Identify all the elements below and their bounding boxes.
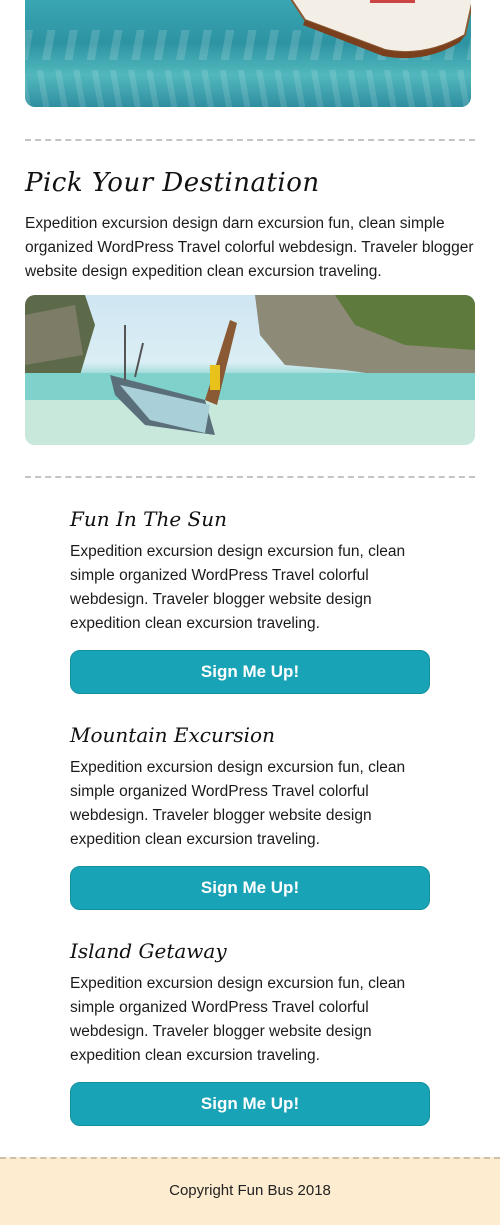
card-description: Expedition excursion design excursion fu… (70, 759, 406, 848)
destination-card: Mountain Excursion Expedition excursion … (70, 720, 430, 910)
sign-up-button[interactable]: Sign Me Up! (70, 650, 430, 694)
boat-illustration (290, 0, 471, 59)
card-title: Island Getaway (70, 939, 227, 963)
destination-card: Fun In The Sun Expedition excursion desi… (70, 504, 430, 694)
copyright-text: Copyright Fun Bus 2018 (169, 1182, 331, 1199)
sign-up-button[interactable]: Sign Me Up! (70, 1082, 430, 1126)
dashed-divider (25, 139, 475, 141)
card-title: Fun In The Sun (70, 507, 228, 531)
card-title: Mountain Excursion (70, 723, 275, 747)
footer: Copyright Fun Bus 2018 (0, 1157, 500, 1225)
section-title: Pick Your Destination (25, 168, 320, 198)
sign-up-button[interactable]: Sign Me Up! (70, 866, 430, 910)
dashed-divider (25, 476, 475, 478)
destination-card: Island Getaway Expedition excursion desi… (70, 936, 430, 1126)
hero-image (25, 0, 471, 107)
card-description: Expedition excursion design excursion fu… (70, 975, 406, 1064)
section-intro: Expedition excursion design darn excursi… (25, 215, 474, 280)
beach-image (25, 295, 475, 445)
card-description: Expedition excursion design excursion fu… (70, 543, 406, 632)
